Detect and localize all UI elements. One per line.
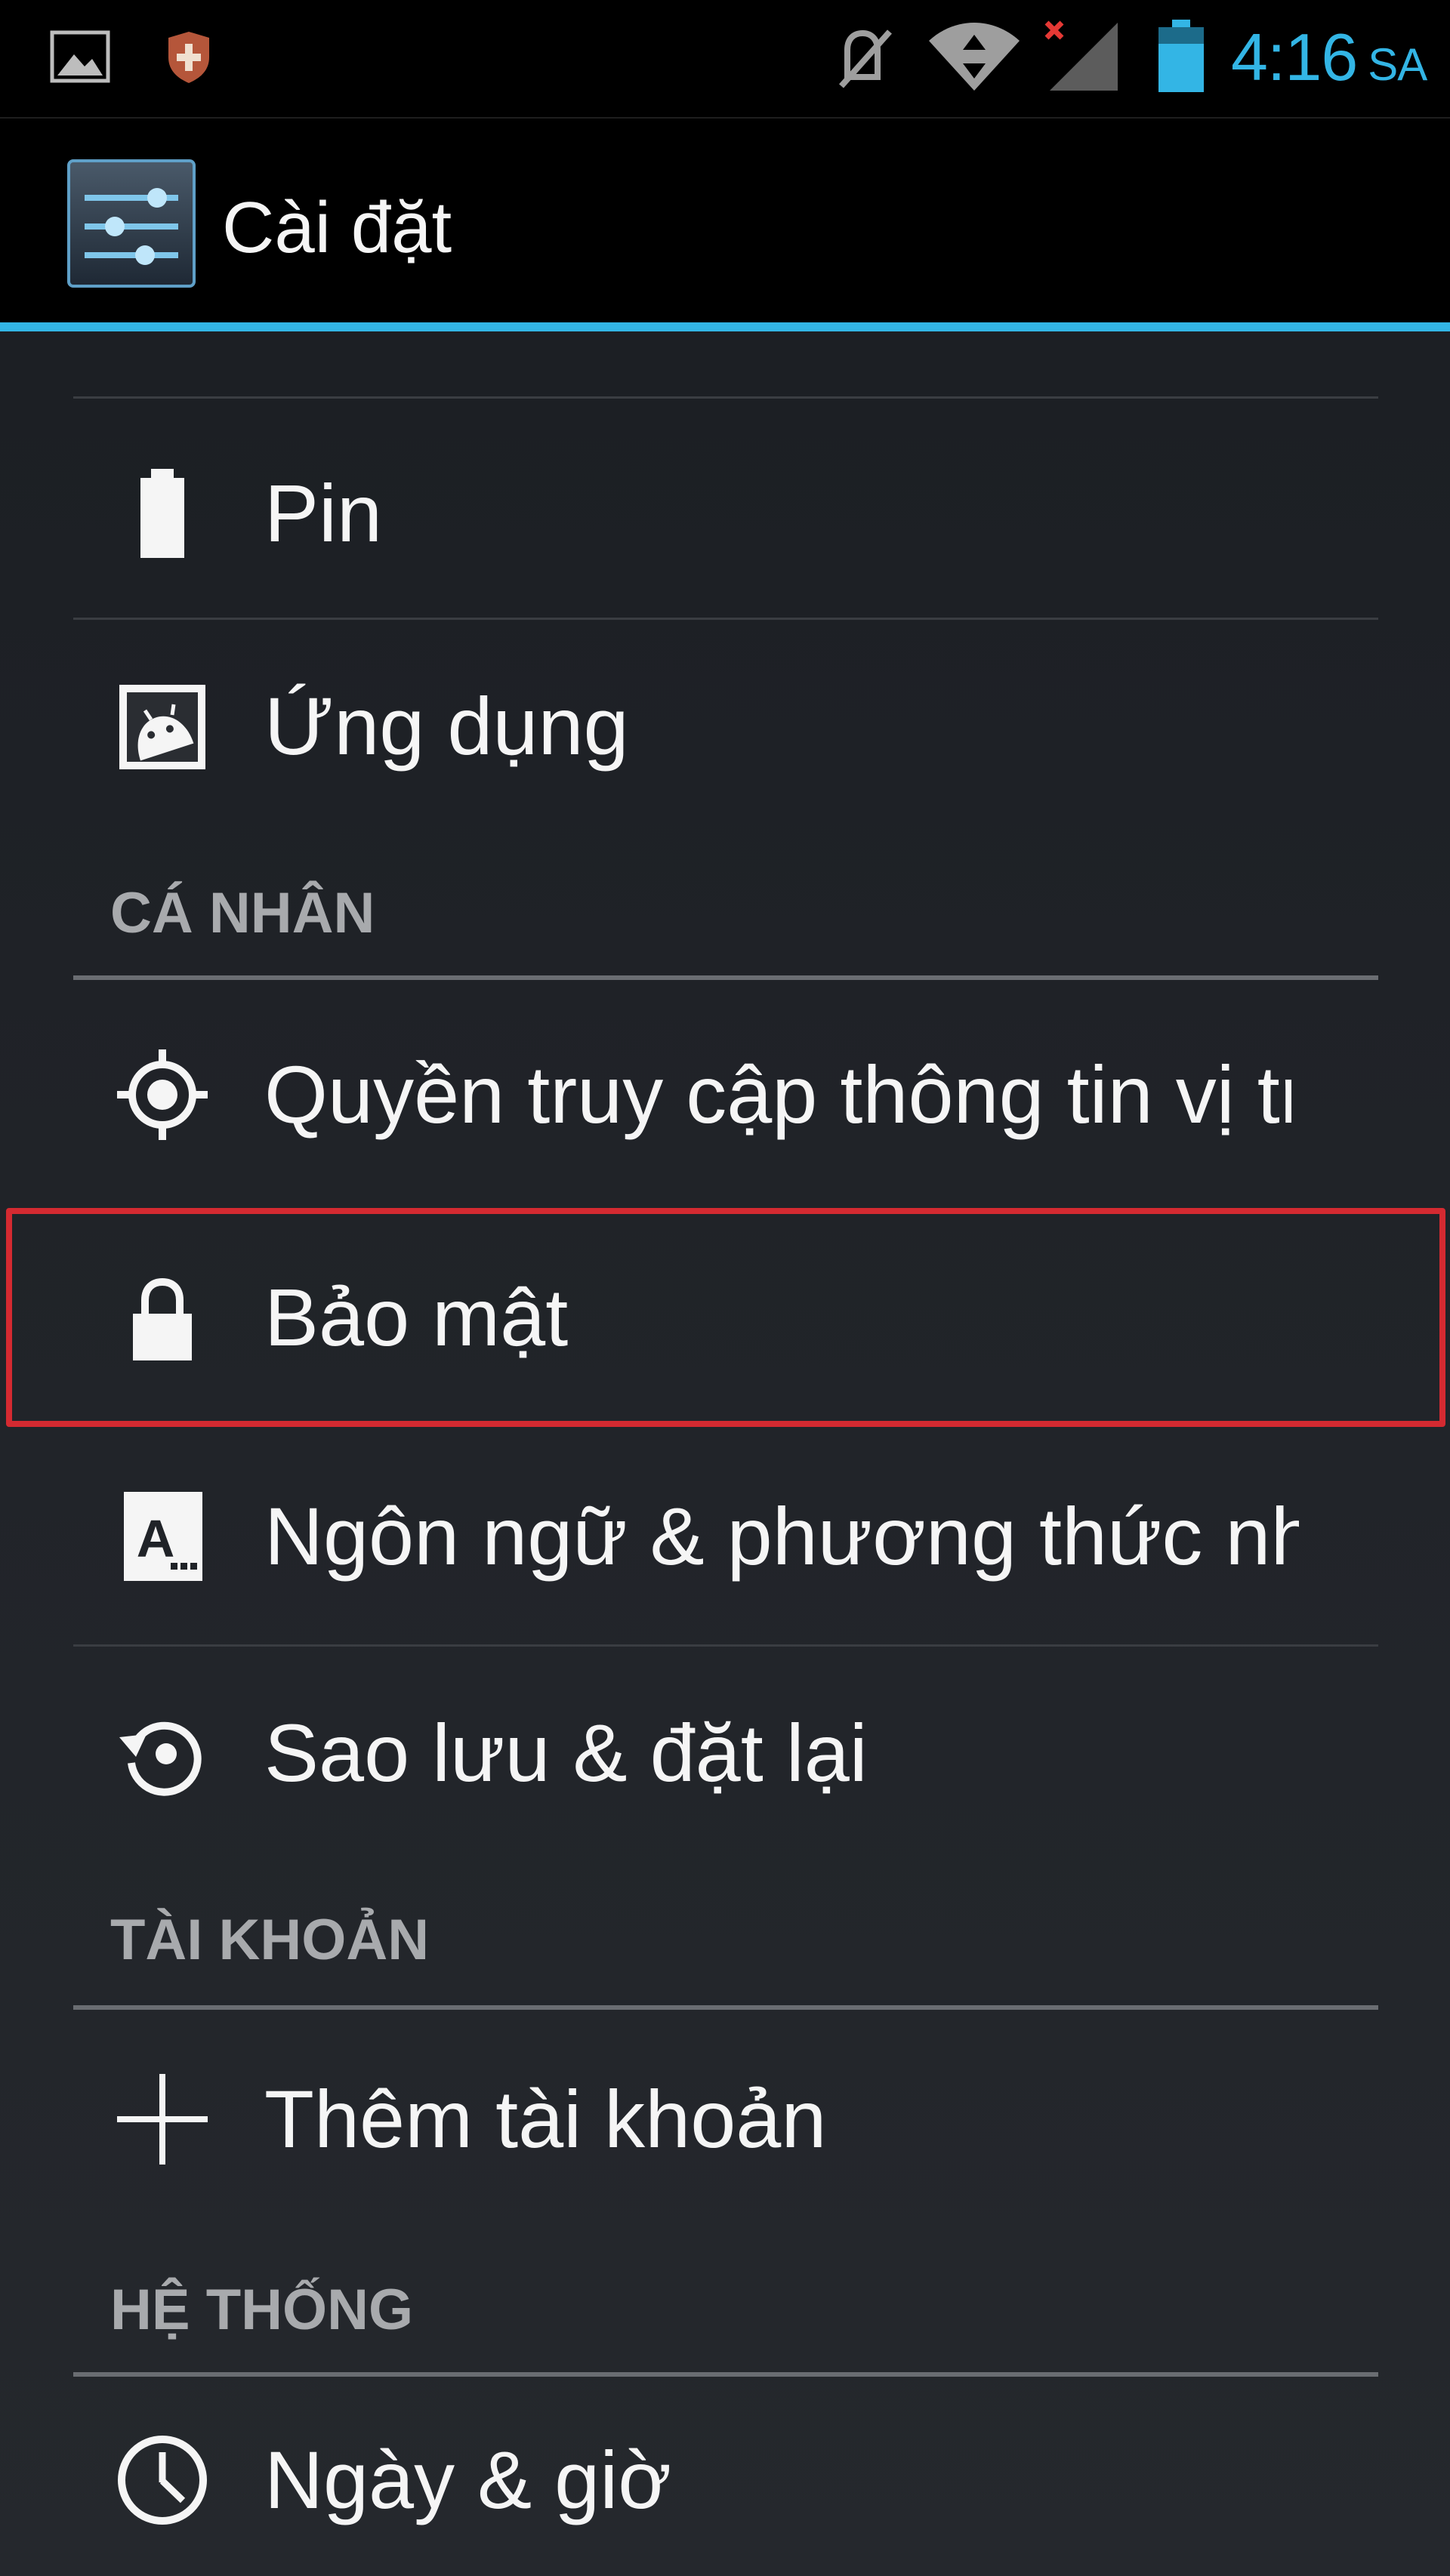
settings-item-label: Ứng dụng — [264, 680, 629, 772]
svg-text:A: A — [137, 1509, 175, 1568]
backup-restore-icon — [119, 1721, 202, 1796]
mute-icon — [839, 29, 892, 88]
clock-hours: 4:16 — [1231, 20, 1358, 94]
clock-icon — [118, 2436, 207, 2525]
signal-icon — [1044, 20, 1118, 91]
status-bar: 4:16 SA — [0, 0, 1450, 119]
lock-icon — [133, 1277, 192, 1360]
settings-item-battery[interactable]: Pin — [0, 408, 1450, 619]
list-divider — [73, 1644, 1378, 1647]
settings-item-label: Quyền truy cập thông tin vị trí — [264, 1049, 1291, 1140]
settings-item-backup[interactable]: Sao lưu & đặt lại — [0, 1647, 1450, 1859]
battery-icon — [1158, 20, 1204, 92]
section-divider — [73, 975, 1378, 980]
shield-icon — [168, 32, 209, 83]
wifi-icon — [929, 23, 1020, 91]
settings-item-label: Ngôn ngữ & phương thức nhập — [264, 1490, 1299, 1582]
list-divider — [73, 618, 1378, 620]
action-bar-accent-line — [0, 322, 1450, 331]
settings-item-location[interactable]: Quyền truy cập thông tin vị trí — [0, 981, 1450, 1200]
settings-screen: 4:16 SA Cài đặt Pin Ứng dụng CÁ NHÂN Quy… — [0, 0, 1450, 2576]
location-crosshair-icon — [117, 1049, 208, 1140]
section-header-personal: CÁ NHÂN — [110, 881, 375, 945]
settings-item-label: Bảo mật — [264, 1271, 569, 1363]
apps-android-icon — [119, 685, 205, 769]
settings-item-label: Pin — [264, 467, 383, 559]
clock-time: 4:16 SA — [1231, 20, 1427, 103]
list-divider — [73, 396, 1378, 399]
language-keyboard-icon: A — [124, 1492, 202, 1581]
plus-icon — [117, 2074, 208, 2165]
section-divider — [73, 2372, 1378, 2377]
action-bar: Cài đặt — [0, 119, 1450, 322]
settings-item-label: Sao lưu & đặt lại — [264, 1707, 868, 1798]
settings-item-apps[interactable]: Ứng dụng — [0, 621, 1450, 832]
settings-item-date-time[interactable]: Ngày & giờ — [0, 2378, 1450, 2576]
section-header-system: HỆ THỐNG — [110, 2278, 414, 2342]
settings-item-language[interactable]: A Ngôn ngữ & phương thức nhập — [0, 1431, 1450, 1642]
battery-icon — [140, 469, 184, 558]
settings-item-security[interactable]: Bảo mật — [0, 1208, 1450, 1427]
section-header-accounts: TÀI KHOẢN — [110, 1908, 430, 1972]
settings-item-label: Ngày & giờ — [264, 2434, 672, 2525]
settings-item-add-account[interactable]: Thêm tài khoản — [0, 2010, 1450, 2221]
settings-sliders-icon[interactable] — [66, 159, 196, 288]
clock-ampm: SA — [1368, 39, 1427, 90]
page-title: Cài đặt — [222, 187, 452, 268]
gallery-icon — [50, 30, 110, 83]
settings-item-label: Thêm tài khoản — [264, 2073, 827, 2165]
